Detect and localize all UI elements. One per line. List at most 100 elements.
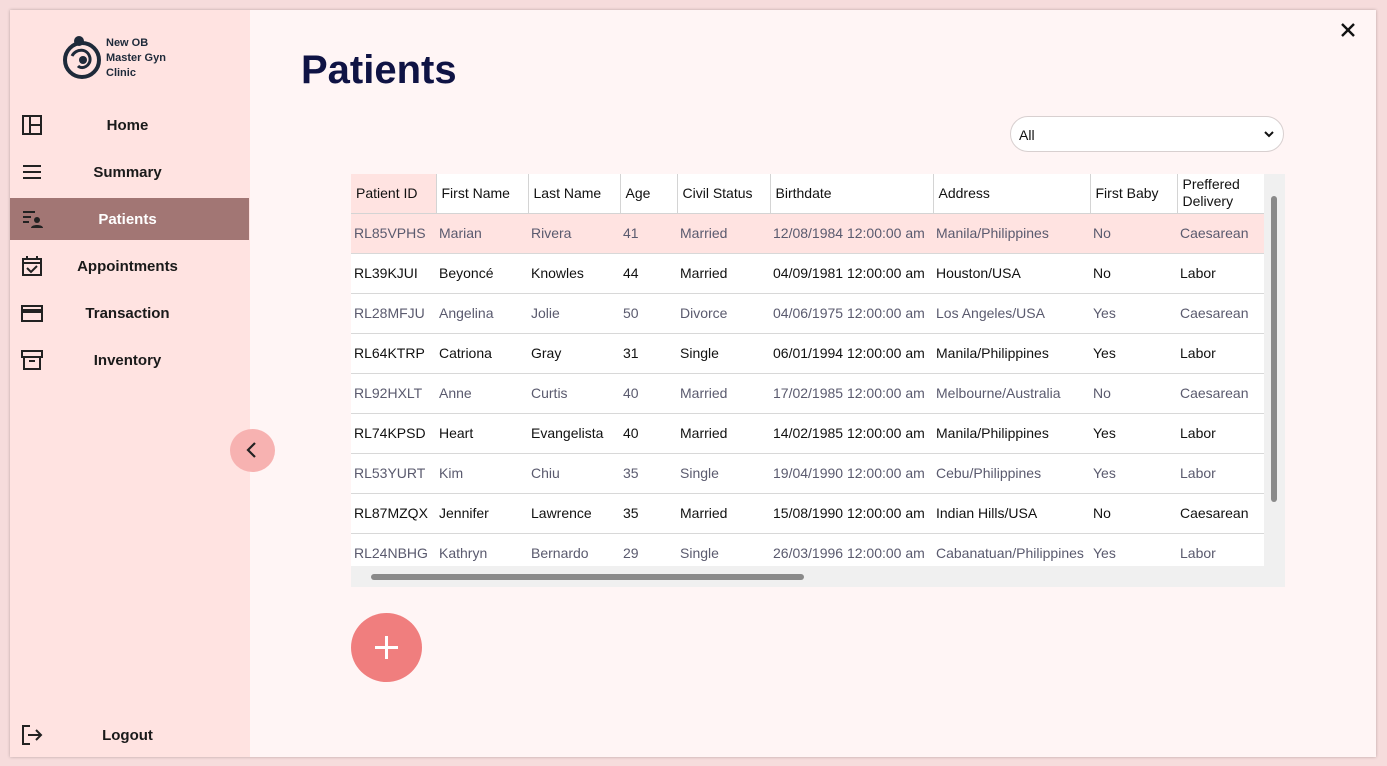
cell-last-name: Jolie (528, 293, 620, 334)
table-row[interactable]: RL74KPSD Heart Evangelista 40 Married 14/02/1… (351, 413, 1264, 454)
cell-patient-id: RL24NBHG (351, 533, 436, 566)
page-title: Patients (301, 48, 457, 92)
cell-first-name: Marian (436, 213, 528, 254)
table-row[interactable]: RL53YURT Kim Chiu 35 Single 19/04/1990 12:00:… (351, 453, 1264, 494)
sidebar-item-inventory[interactable]: Inventory (10, 339, 249, 381)
add-patient-button[interactable] (351, 613, 422, 682)
cell-birthdate: 04/09/1981 12:00:00 am (770, 253, 933, 294)
cell-preferred-delivery: Caesarean (1177, 213, 1264, 254)
clinic-logo-icon (63, 36, 101, 79)
cell-patient-id: RL39KJUI (351, 253, 436, 294)
sidebar-item-appointments[interactable]: Appointments (10, 245, 249, 287)
column-header-first-baby[interactable]: First Baby (1090, 174, 1178, 214)
cell-patient-id: RL74KPSD (351, 413, 436, 454)
cell-address: Manila/Philippines (933, 333, 1090, 374)
sidebar: New OB Master Gyn Clinic Home Summary Pa… (10, 10, 250, 757)
cell-last-name: Curtis (528, 373, 620, 414)
vertical-scrollbar[interactable] (1271, 196, 1277, 502)
collapse-sidebar-button[interactable] (230, 429, 275, 472)
sidebar-item-home[interactable]: Home (10, 104, 249, 146)
table-row[interactable]: RL85VPHS Marian Rivera 41 Married 12/08/1984 … (351, 213, 1264, 254)
sidebar-item-label: Patients (98, 210, 157, 228)
sidebar-item-patients[interactable]: Patients (10, 198, 249, 240)
table-row[interactable]: RL92HXLT Anne Curtis 40 Married 17/02/1985 12… (351, 373, 1264, 414)
cell-civil-status: Single (677, 533, 770, 566)
cell-civil-status: Divorce (677, 293, 770, 334)
cell-first-name: Beyoncé (436, 253, 528, 294)
cell-first-baby: No (1090, 253, 1177, 294)
cell-address: Melbourne/Australia (933, 373, 1090, 414)
cell-last-name: Gray (528, 333, 620, 374)
cell-civil-status: Married (677, 213, 770, 254)
cell-address: Cabanatuan/Philippines (933, 533, 1090, 566)
clinic-name: New OB Master Gyn Clinic (106, 36, 196, 81)
cell-first-baby: Yes (1090, 453, 1177, 494)
cell-preferred-delivery: Labor (1177, 253, 1264, 294)
cell-last-name: Chiu (528, 453, 620, 494)
logout-button[interactable]: Logout (10, 714, 249, 756)
cell-first-baby: Yes (1090, 533, 1177, 566)
column-header-last-name[interactable]: Last Name (528, 174, 621, 214)
sidebar-item-transaction[interactable]: Transaction (10, 292, 249, 334)
cell-birthdate: 17/02/1985 12:00:00 am (770, 373, 933, 414)
column-header-patient-id[interactable]: Patient ID (351, 174, 437, 214)
cell-address: Los Angeles/USA (933, 293, 1090, 334)
cell-civil-status: Married (677, 373, 770, 414)
clinic-name-line-2: Master Gyn (106, 52, 166, 64)
cell-first-baby: No (1090, 373, 1177, 414)
cell-preferred-delivery: Caesarean (1177, 493, 1264, 534)
cell-address: Cebu/Philippines (933, 453, 1090, 494)
patients-data-grid: Patient ID First Name Last Name Age Civi… (351, 174, 1264, 566)
cell-civil-status: Married (677, 413, 770, 454)
column-header-birthdate[interactable]: Birthdate (770, 174, 934, 214)
plus-icon (375, 636, 398, 659)
cell-last-name: Bernardo (528, 533, 620, 566)
table-body: RL85VPHS Marian Rivera 41 Married 12/08/1984 … (351, 213, 1264, 566)
cell-first-name: Kathryn (436, 533, 528, 566)
cell-address: Manila/Philippines (933, 213, 1090, 254)
cell-preferred-delivery: Caesarean (1177, 373, 1264, 414)
cell-preferred-delivery: Labor (1177, 413, 1264, 454)
table-row[interactable]: RL24NBHG Kathryn Bernardo 29 Single 26/03/199… (351, 533, 1264, 566)
filter-dropdown[interactable]: All (1010, 116, 1284, 152)
app-window: New OB Master Gyn Clinic Home Summary Pa… (10, 10, 1376, 757)
sidebar-item-label: Transaction (85, 304, 170, 322)
sidebar-item-summary[interactable]: Summary (10, 151, 249, 193)
cell-civil-status: Married (677, 493, 770, 534)
table-row[interactable]: RL39KJUI Beyoncé Knowles 44 Married 04/09/198… (351, 253, 1264, 294)
cell-patient-id: RL28MFJU (351, 293, 436, 334)
cell-age: 50 (620, 293, 677, 334)
cell-first-baby: Yes (1090, 293, 1177, 334)
column-header-first-name[interactable]: First Name (436, 174, 529, 214)
clinic-name-line-3: Clinic (106, 67, 136, 79)
chevron-left-icon (246, 442, 256, 458)
cell-civil-status: Single (677, 453, 770, 494)
table-row[interactable]: RL64KTRP Catriona Gray 31 Single 06/01/1994 1… (351, 333, 1264, 374)
cell-age: 35 (620, 453, 677, 494)
cell-first-name: Angelina (436, 293, 528, 334)
table-header-row: Patient ID First Name Last Name Age Civi… (351, 174, 1264, 214)
cell-first-name: Anne (436, 373, 528, 414)
cell-patient-id: RL85VPHS (351, 213, 436, 254)
column-header-civil-status[interactable]: Civil Status (677, 174, 771, 214)
cell-age: 35 (620, 493, 677, 534)
cell-birthdate: 12/08/1984 12:00:00 am (770, 213, 933, 254)
cell-last-name: Rivera (528, 213, 620, 254)
column-header-preferred-delivery[interactable]: Preffered Delivery (1177, 174, 1264, 214)
sidebar-item-label: Appointments (77, 257, 178, 275)
clinic-name-line-1: New OB (106, 37, 149, 49)
cell-birthdate: 04/06/1975 12:00:00 am (770, 293, 933, 334)
logout-label: Logout (102, 726, 153, 744)
cell-civil-status: Single (677, 333, 770, 374)
column-header-address[interactable]: Address (933, 174, 1091, 214)
table-row[interactable]: RL28MFJU Angelina Jolie 50 Divorce 04/06/1975… (351, 293, 1264, 334)
column-header-age[interactable]: Age (620, 174, 678, 214)
cell-first-name: Heart (436, 413, 528, 454)
horizontal-scrollbar[interactable] (371, 574, 804, 580)
cell-last-name: Knowles (528, 253, 620, 294)
table-row[interactable]: RL87MZQX Jennifer Lawrence 35 Married 15/08/1… (351, 493, 1264, 534)
filter-selected-value: All (1019, 127, 1035, 143)
cell-first-baby: Yes (1090, 333, 1177, 374)
cell-birthdate: 26/03/1996 12:00:00 am (770, 533, 933, 566)
close-icon[interactable] (1338, 20, 1358, 40)
